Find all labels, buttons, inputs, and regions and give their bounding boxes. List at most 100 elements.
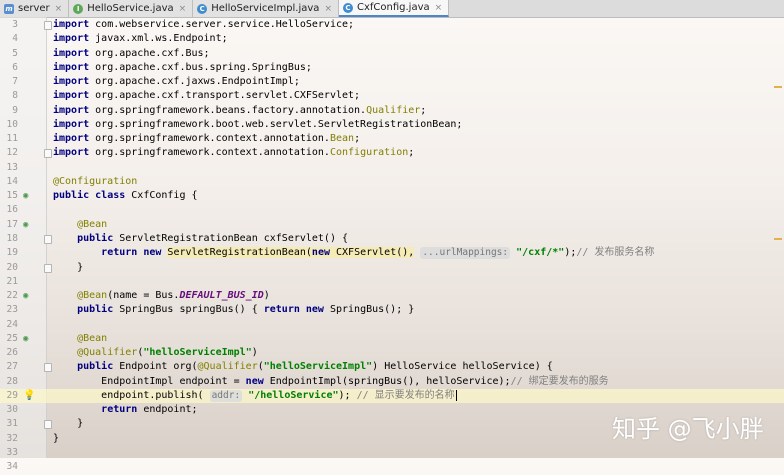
keyword: import xyxy=(53,104,90,116)
import-end: ; xyxy=(221,33,228,45)
line-number: 11 xyxy=(6,133,18,145)
tab-server[interactable]: m server × xyxy=(0,0,70,17)
code-line: 17 ◉ @Bean xyxy=(0,218,784,232)
bean-icon[interactable]: ◉ xyxy=(23,334,33,344)
bean-icon[interactable]: ◉ xyxy=(23,191,33,201)
annotation: @Configuration xyxy=(53,175,138,187)
keyword: return xyxy=(263,304,300,316)
code-text: public SpringBus springBus() { return ne… xyxy=(53,303,414,317)
code-text: import org.apache.cxf.bus.spring.SpringB… xyxy=(53,61,312,75)
method-signature: SpringBus springBus() { xyxy=(113,304,264,316)
code-line: 20 } xyxy=(0,261,784,275)
code-line: 8 import org.apache.cxf.transport.servle… xyxy=(0,89,784,103)
tab-hello-service-impl[interactable]: C HelloServiceImpl.java × xyxy=(193,0,339,17)
string-literal: "helloServiceImpl" xyxy=(263,361,373,373)
import-end: ; xyxy=(203,47,210,59)
line-number: 34 xyxy=(6,461,18,473)
code-fragment: (name = Bus. xyxy=(107,290,180,302)
import-end: ; xyxy=(354,90,361,102)
code-fragment: endpoint; xyxy=(137,404,198,416)
line-number: 26 xyxy=(6,347,18,359)
line-number: 25 xyxy=(6,332,18,344)
line-number: 5 xyxy=(12,47,18,59)
fold-marker[interactable] xyxy=(44,234,52,244)
string-literal: "helloServiceImpl" xyxy=(143,347,252,359)
brace: } xyxy=(53,432,60,444)
code-fragment: EndpointImpl endpoint = xyxy=(101,375,246,387)
fold-marker[interactable] xyxy=(44,420,52,430)
code-line: 33 xyxy=(0,446,784,460)
fold-marker[interactable] xyxy=(44,21,52,30)
keyword: public xyxy=(77,361,114,373)
keyword: new xyxy=(143,247,162,259)
class-icon: C xyxy=(197,3,208,14)
method-signature: ServletRegistrationBean cxfServlet() { xyxy=(113,232,349,244)
string-literal: "/cxf/*" xyxy=(516,247,565,259)
scrollbar-warning-marker[interactable] xyxy=(774,86,782,88)
close-icon[interactable]: × xyxy=(324,4,332,14)
code-fragment: EndpointImpl(springBus(), helloService); xyxy=(263,375,511,387)
close-icon[interactable]: × xyxy=(435,3,443,13)
code-line-current: 29 💡 endpoint.publish( addr: "/helloServ… xyxy=(0,388,784,404)
import-end: ; xyxy=(420,104,427,116)
code-fragment: ); xyxy=(338,389,351,401)
code-text: import org.springframework.beans.factory… xyxy=(53,104,426,118)
line-number: 29 xyxy=(6,389,18,401)
bean-icon[interactable]: ◉ xyxy=(23,220,33,230)
comment: // 绑定要发布的服务 xyxy=(510,375,609,387)
close-icon[interactable]: × xyxy=(55,4,63,14)
code-text: import org.springframework.context.annot… xyxy=(53,132,360,146)
import-path: org.springframework.boot.web.servlet.Ser… xyxy=(95,118,457,130)
code-line: 27 public Endpoint org(@Qualifier("hello… xyxy=(0,360,784,374)
code-fragment: endpoint.publish( xyxy=(101,389,204,401)
code-line: 22 ◉ @Bean(name = Bus.DEFAULT_BUS_ID) xyxy=(0,289,784,303)
import-path: org.apache.cxf.Bus xyxy=(95,47,204,59)
code-line: 15 ◉ public class CxfConfig { xyxy=(0,189,784,203)
import-path: org.springframework.context.annotation. xyxy=(95,133,330,145)
line-number: 13 xyxy=(6,161,18,173)
fold-marker[interactable] xyxy=(44,363,52,373)
code-text: public Endpoint org(@Qualifier("helloSer… xyxy=(53,360,553,374)
tab-hello-service[interactable]: I HelloService.java × xyxy=(69,0,194,17)
interface-icon: I xyxy=(73,3,84,14)
fold-marker[interactable] xyxy=(44,149,52,159)
code-line: 7 import org.apache.cxf.jaxws.EndpointIm… xyxy=(0,75,784,89)
import-end: ; xyxy=(408,147,415,159)
annotation: @Bean xyxy=(77,332,108,344)
code-text: import com.webservice.server.service.Hel… xyxy=(53,18,354,32)
line-number: 15 xyxy=(6,190,18,202)
keyword: return xyxy=(101,404,138,416)
keyword: public xyxy=(77,232,114,244)
code-line: 34 xyxy=(0,460,784,474)
import-annotation-name: Bean xyxy=(329,133,355,145)
code-line: 6 import org.apache.cxf.bus.spring.Sprin… xyxy=(0,61,784,75)
text-caret xyxy=(455,389,457,401)
line-number: 28 xyxy=(6,375,18,387)
line-number: 14 xyxy=(6,175,18,187)
close-icon[interactable]: × xyxy=(179,4,187,14)
import-end: ; xyxy=(293,76,300,88)
code-text: return endpoint; xyxy=(53,403,198,417)
intention-bulb-icon[interactable]: 💡 xyxy=(23,390,35,401)
fold-marker[interactable] xyxy=(44,263,52,273)
keyword: import xyxy=(53,118,90,130)
line-number: 22 xyxy=(6,290,18,302)
code-line: 4 import javax.xml.ws.Endpoint; xyxy=(0,32,784,46)
bean-icon[interactable]: ◉ xyxy=(23,291,33,301)
scrollbar-warning-marker[interactable] xyxy=(774,238,782,240)
line-number: 23 xyxy=(6,304,18,316)
code-text: @Qualifier("helloServiceImpl") xyxy=(53,346,258,360)
keyword: import xyxy=(53,19,90,30)
annotation: @Qualifier xyxy=(197,361,258,373)
line-number: 27 xyxy=(6,361,18,373)
code-text: import org.springframework.context.annot… xyxy=(53,146,414,160)
code-editor[interactable]: 3 import com.webservice.server.service.H… xyxy=(0,18,784,475)
code-line: 26 @Qualifier("helloServiceImpl") xyxy=(0,346,784,360)
brace: } xyxy=(77,418,84,430)
import-path: org.apache.cxf.transport.servlet.CXFServ… xyxy=(95,90,355,102)
tab-cxf-config[interactable]: C CxfConfig.java × xyxy=(339,0,450,17)
code-text: } xyxy=(53,417,83,431)
line-number: 24 xyxy=(6,318,18,330)
keyword: import xyxy=(53,33,90,45)
code-fragment: ); xyxy=(564,247,577,259)
